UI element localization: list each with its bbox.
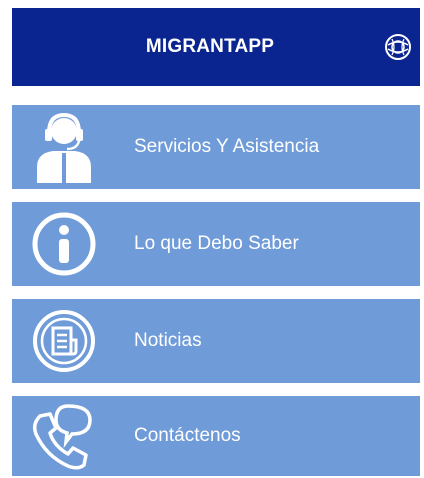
- menu-item-label: Noticias: [134, 330, 202, 351]
- menu-item-noticias[interactable]: Noticias: [12, 299, 420, 383]
- menu-item-label: Lo que Debo Saber: [134, 233, 299, 254]
- app-title: MIGRANTAPP: [145, 36, 275, 57]
- app-screen: MIGRANTAPP Servicios Y Asistencia Lo que…: [0, 0, 424, 476]
- globe-logo-icon: [384, 33, 412, 61]
- news-icon: [12, 299, 116, 383]
- menu-item-servicios[interactable]: Servicios Y Asistencia: [12, 105, 420, 189]
- support-agent-icon: [12, 105, 116, 189]
- app-header: MIGRANTAPP: [12, 8, 420, 86]
- menu-item-label: Contáctenos: [134, 425, 241, 446]
- info-icon: [12, 202, 116, 286]
- phone-chat-icon: [12, 394, 116, 478]
- menu-item-contactenos[interactable]: Contáctenos: [12, 396, 420, 476]
- menu-item-label: Servicios Y Asistencia: [134, 136, 320, 157]
- menu-item-lo-que-debo-saber[interactable]: Lo que Debo Saber: [12, 202, 420, 286]
